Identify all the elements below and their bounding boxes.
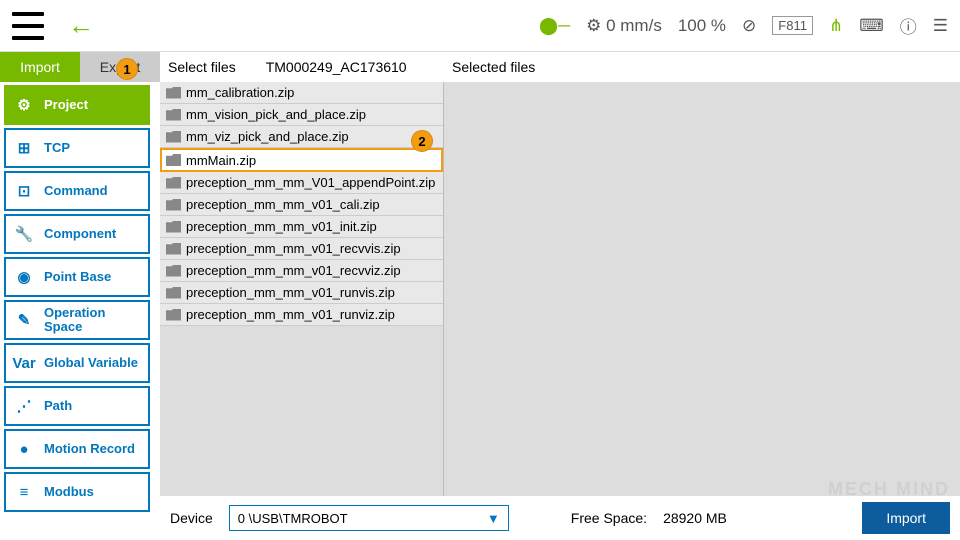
link-icon: ⊘ (742, 16, 756, 36)
device-select[interactable]: 0 \USB\TMROBOT ▼ (229, 505, 509, 531)
file-name: mm_calibration.zip (186, 85, 294, 100)
file-row[interactable]: preception_mm_mm_V01_appendPoint.zip (160, 172, 443, 194)
nav-label: Motion Record (44, 442, 140, 456)
selected-files-label: Selected files (452, 59, 535, 75)
percent-indicator: 100 % (678, 16, 726, 36)
file-list-panel: 2 mm_calibration.zip mm_vision_pick_and_p… (160, 82, 444, 496)
nav-icon: ● (14, 439, 34, 459)
folder-icon (166, 177, 181, 189)
file-row[interactable]: mm_vision_pick_and_place.zip (160, 104, 443, 126)
nav-list: ⚙ Project ⊞ TCP ⊡ Command 🔧 Component ◉ Point Bas… (0, 82, 160, 540)
file-row[interactable]: preception_mm_mm_v01_recvviz.zip (160, 260, 443, 282)
nav-label: Command (44, 184, 140, 198)
file-name: preception_mm_mm_v01_runviz.zip (186, 307, 395, 322)
folder-icon (166, 109, 181, 121)
folder-icon (166, 309, 181, 321)
file-row[interactable]: mm_calibration.zip (160, 82, 443, 104)
sidebar-item-component[interactable]: 🔧 Component (4, 214, 150, 254)
content-header: Select files TM000249_AC173610 Selected … (160, 52, 960, 82)
code-badge: F811 (772, 16, 813, 35)
nav-label: Project (44, 98, 140, 112)
file-name: mmMain.zip (186, 153, 256, 168)
file-name: mm_viz_pick_and_place.zip (186, 129, 349, 144)
file-name: preception_mm_mm_V01_appendPoint.zip (186, 175, 435, 190)
nav-icon: ≡ (14, 482, 34, 502)
nav-icon: ⚙ (14, 95, 34, 115)
file-row[interactable]: preception_mm_mm_v01_cali.zip (160, 194, 443, 216)
sidebar-item-command[interactable]: ⊡ Command (4, 171, 150, 211)
nav-icon: ⊡ (14, 181, 34, 201)
caret-down-icon: ▼ (487, 511, 500, 526)
nav-icon: ⋰ (14, 396, 34, 416)
content-area: Select files TM000249_AC173610 Selected … (160, 52, 960, 540)
file-row[interactable]: mmMain.zip (160, 148, 443, 172)
nav-icon: Var (14, 353, 34, 373)
sidebar-item-motion-record[interactable]: ● Motion Record (4, 429, 150, 469)
nav-label: Operation Space (44, 306, 140, 335)
file-name: mm_vision_pick_and_place.zip (186, 107, 366, 122)
file-row[interactable]: preception_mm_mm_v01_runviz.zip (160, 304, 443, 326)
info-icon[interactable]: ⓘ (900, 13, 917, 38)
nav-label: Global Variable (44, 356, 140, 370)
selected-files-panel (444, 82, 960, 496)
folder-icon (166, 243, 181, 255)
folder-icon (166, 131, 181, 143)
free-space-value: 28920 MB (663, 510, 727, 526)
speed-indicator: ⚙ 0 mm/s (586, 16, 662, 36)
sidebar-item-operation-space[interactable]: ✎ Operation Space (4, 300, 150, 340)
folder-icon (166, 265, 181, 277)
folder-icon (166, 154, 181, 166)
file-name: preception_mm_mm_v01_runvis.zip (186, 285, 395, 300)
nav-label: Component (44, 227, 140, 241)
file-name: preception_mm_mm_v01_recvvis.zip (186, 241, 401, 256)
keyboard-icon[interactable]: ⌨ (859, 16, 884, 36)
nav-icon: 🔧 (14, 224, 34, 244)
document-icon[interactable]: ☰ (933, 16, 948, 36)
tab-row: Import Export 1 (0, 52, 160, 82)
sidebar-item-modbus[interactable]: ≡ Modbus (4, 472, 150, 512)
device-value: 0 \USB\TMROBOT (238, 511, 348, 526)
free-space-label: Free Space: (571, 510, 647, 526)
nav-label: Path (44, 399, 140, 413)
file-row[interactable]: mm_viz_pick_and_place.zip (160, 126, 443, 148)
file-name: preception_mm_mm_v01_cali.zip (186, 197, 380, 212)
file-row[interactable]: preception_mm_mm_v01_init.zip (160, 216, 443, 238)
file-name: preception_mm_mm_v01_recvviz.zip (186, 263, 401, 278)
tab-import[interactable]: Import (0, 52, 80, 82)
menu-icon[interactable] (12, 12, 44, 40)
connection-icon[interactable]: ⋔ (829, 16, 843, 36)
footer: Device 0 \USB\TMROBOT ▼ Free Space: 2892… (160, 496, 960, 540)
nav-label: Point Base (44, 270, 140, 284)
back-arrow-icon[interactable]: ← (68, 10, 94, 41)
top-bar: ← ⬤─ ⚙ 0 mm/s 100 % ⊘ F811 ⋔ ⌨ ⓘ ☰ (0, 0, 960, 52)
file-name: preception_mm_mm_v01_init.zip (186, 219, 377, 234)
sidebar-item-tcp[interactable]: ⊞ TCP (4, 128, 150, 168)
folder-icon (166, 221, 181, 233)
sidebar: Import Export 1 ⚙ Project ⊞ TCP ⊡ Command 🔧 Com… (0, 52, 160, 540)
device-label: Device (170, 510, 213, 526)
sidebar-item-path[interactable]: ⋰ Path (4, 386, 150, 426)
nav-label: TCP (44, 141, 140, 155)
folder-icon (166, 87, 181, 99)
folder-icon (166, 287, 181, 299)
callout-2: 2 (411, 130, 433, 152)
robot-status-icon: ⬤─ (539, 16, 570, 36)
nav-icon: ⊞ (14, 138, 34, 158)
file-row[interactable]: preception_mm_mm_v01_runvis.zip (160, 282, 443, 304)
project-id: TM000249_AC173610 (266, 59, 407, 75)
status-area: ⬤─ ⚙ 0 mm/s 100 % ⊘ F811 ⋔ ⌨ ⓘ ☰ (539, 13, 948, 38)
sidebar-item-point-base[interactable]: ◉ Point Base (4, 257, 150, 297)
select-files-label: Select files (168, 59, 236, 75)
nav-icon: ◉ (14, 267, 34, 287)
sidebar-item-global-variable[interactable]: Var Global Variable (4, 343, 150, 383)
nav-icon: ✎ (14, 310, 34, 330)
nav-label: Modbus (44, 485, 140, 499)
sidebar-item-project[interactable]: ⚙ Project (4, 85, 150, 125)
callout-1: 1 (116, 58, 138, 80)
file-row[interactable]: preception_mm_mm_v01_recvvis.zip (160, 238, 443, 260)
import-button[interactable]: Import (862, 502, 950, 534)
folder-icon (166, 199, 181, 211)
